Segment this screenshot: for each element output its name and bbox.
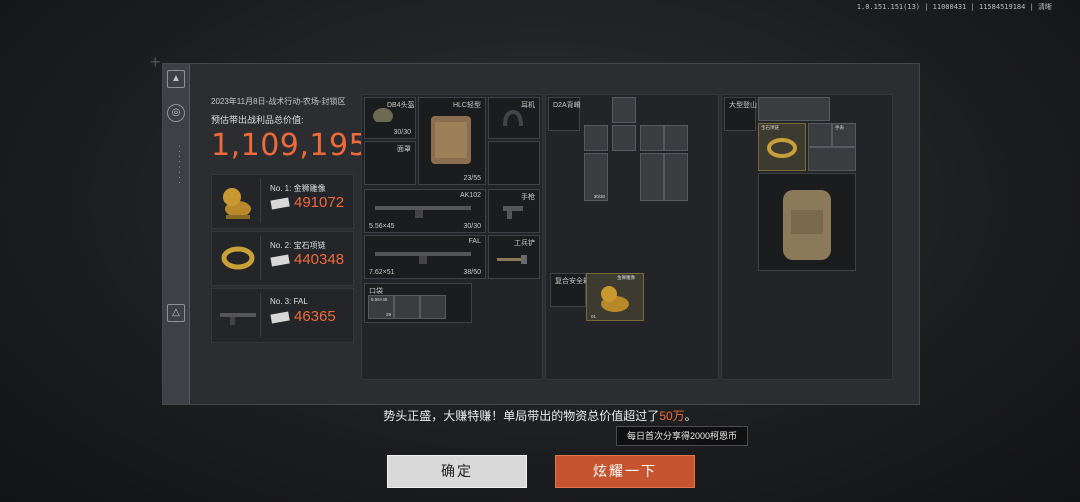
share-reward-tooltip: 每日首次分享得2000柯恩币 [616, 426, 748, 446]
total-value: 1,109,195 [211, 128, 369, 163]
primary-weapon-slot[interactable]: AK102 5.56×45 30/30 [364, 189, 486, 233]
corner-mark: + [150, 52, 161, 72]
version-text: 1.0.151.151(13) | 11080431 | 11584519184… [856, 3, 1052, 11]
inventory-item[interactable] [664, 125, 688, 151]
inventory-item[interactable] [808, 123, 832, 147]
backpack-image [758, 173, 856, 271]
inventory-item[interactable] [758, 97, 830, 121]
rail-text: ········ [175, 144, 183, 186]
list-item[interactable]: No. 3: FAL 46365 [211, 288, 354, 343]
top-items-list: No. 1: 金狮雕像 491072 No. 2: 宝石项链 440348 No… [211, 174, 354, 345]
watch-item[interactable]: 手表 [832, 123, 856, 147]
helmet-slot[interactable]: DB4头盔 30/30 [364, 97, 416, 139]
inventory-item[interactable] [420, 295, 446, 319]
rig-column: D2A背嵴 30/30 复合安全箱 金狮雕像 01 [545, 94, 719, 380]
confirm-button[interactable]: 确定 [387, 455, 527, 488]
armor-slot[interactable]: HLC轻型 23/55 [418, 97, 486, 185]
side-rail: ▲ ◎ ········ △ [163, 64, 190, 404]
necklace-item[interactable]: 宝石项链 [758, 123, 806, 171]
backpack-slot[interactable]: 大型登山 [724, 97, 757, 131]
inventory-item[interactable]: 30/30 [584, 153, 608, 201]
estimate-label: 预估带出战利品总价值: [211, 115, 304, 125]
item-value: 491072 [294, 194, 345, 211]
lion-statue-icon [216, 179, 261, 223]
item-value: 46365 [294, 308, 336, 325]
rig-slot[interactable]: D2A背嵴 [548, 97, 581, 131]
safe-box-slot[interactable]: 复合安全箱 [550, 273, 590, 307]
share-button[interactable]: 炫耀一下 [555, 455, 695, 488]
inventory-item[interactable] [584, 125, 608, 151]
list-item[interactable]: No. 1: 金狮雕像 491072 [211, 174, 354, 229]
logo-icon: ▲ [167, 70, 185, 88]
face-slot[interactable]: 面罩 [364, 141, 416, 185]
empty-slot[interactable] [488, 141, 540, 185]
list-item[interactable]: No. 2: 宝石项链 440348 [211, 231, 354, 286]
lion-statue-item[interactable]: 金狮雕像 01 [586, 273, 644, 321]
raid-date: 2023年11月8日-战术行动-农场-封锁区 [211, 97, 346, 106]
cash-icon [270, 253, 290, 267]
rifle-icon [216, 293, 261, 337]
inventory-item[interactable] [640, 153, 664, 201]
result-message: 势头正盛，大赚特赚！单局带出的物资总价值超过了50万。 [383, 409, 697, 423]
inventory-item[interactable] [394, 295, 420, 319]
item-value: 440348 [294, 251, 345, 268]
ammo-item[interactable]: 5.56×45 29 [368, 295, 394, 319]
triangle-icon: △ [167, 304, 185, 322]
necklace-icon [216, 236, 261, 280]
inventory-item[interactable] [640, 125, 664, 151]
inventory-item[interactable] [612, 125, 636, 151]
settlement-panel: ▲ ◎ ········ △ 2023年11月8日-战术行动-农场-封锁区 预估… [162, 63, 920, 405]
tool-slot[interactable]: 工兵铲 [488, 235, 540, 279]
inventory-item[interactable] [612, 97, 636, 123]
rank-label: No. 3: FAL [270, 297, 308, 306]
rank-label: No. 2: 宝石项链 [270, 241, 326, 250]
inventory-item[interactable] [664, 153, 688, 201]
secondary-weapon-slot[interactable]: FAL 7.62×51 38/50 [364, 235, 486, 279]
rank-label: No. 1: 金狮雕像 [270, 184, 326, 193]
globe-icon: ◎ [167, 104, 185, 122]
gear-column: DB4头盔 30/30 HLC轻型 23/55 耳机 面罩 AK102 5.56… [361, 94, 543, 380]
cash-icon [270, 196, 290, 210]
inventory-item[interactable] [808, 147, 856, 171]
pocket-slot[interactable]: 口袋 5.56×45 29 [364, 283, 472, 323]
backpack-column: 大型登山 宝石项链 手表 [721, 94, 893, 380]
earpiece-slot[interactable]: 耳机 [488, 97, 540, 139]
pistol-slot[interactable]: 手枪 [488, 189, 540, 233]
cash-icon [270, 310, 290, 324]
summary: 2023年11月8日-战术行动-农场-封锁区 预估带出战利品总价值: 1,109… [211, 96, 369, 163]
